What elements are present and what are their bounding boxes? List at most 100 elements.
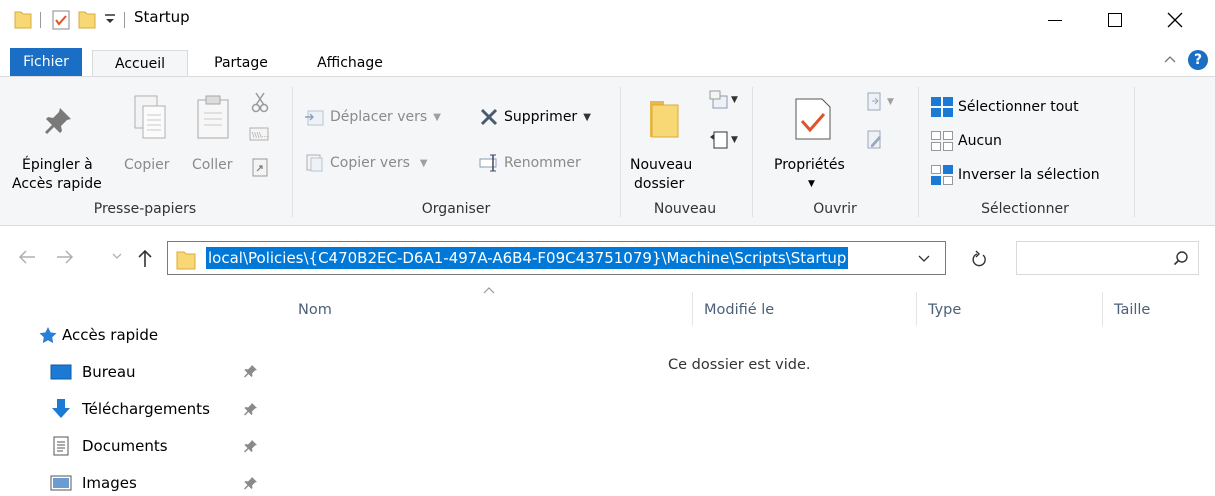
group-separator [292, 87, 293, 217]
column-header-modified[interactable]: Modifié le [704, 302, 774, 318]
ribbon: Épingler à Accès rapide Copier Coller \\… [0, 76, 1215, 226]
nav-item-desktop[interactable]: Bureau [50, 358, 136, 386]
nav-item-downloads[interactable]: Téléchargements [50, 395, 210, 423]
minimize-button[interactable] [1025, 0, 1085, 40]
select-all-icon [931, 97, 953, 117]
paste-button[interactable]: Coller [186, 85, 242, 195]
pin-icon[interactable] [244, 364, 258, 378]
nav-item-label: Téléchargements [82, 400, 210, 418]
paste-shortcut-icon[interactable] [252, 157, 268, 177]
column-header-size[interactable]: Taille [1114, 302, 1150, 318]
properties-qat-icon[interactable] [52, 10, 70, 30]
forward-button[interactable] [56, 249, 74, 265]
up-button[interactable] [137, 248, 153, 268]
easy-access-icon [710, 131, 728, 149]
new-item-button[interactable]: ▼ [708, 89, 738, 111]
open-button[interactable]: ▼ [866, 91, 894, 113]
edit-button[interactable] [866, 129, 884, 151]
copy-to-label: Copier vers [330, 155, 410, 171]
move-to-label: Déplacer vers [330, 109, 428, 125]
address-path-text[interactable]: local\Policies\{C470B2EC-D6A1-497A-A6B4-… [206, 247, 849, 269]
tab-home[interactable]: Accueil [92, 50, 188, 76]
help-icon[interactable]: ? [1188, 50, 1208, 70]
recent-locations-button[interactable] [112, 252, 122, 260]
edit-icon [867, 130, 881, 149]
folder-icon [14, 9, 32, 29]
maximize-button[interactable] [1085, 0, 1145, 40]
easy-access-button[interactable]: ▼ [708, 129, 738, 151]
qat-dropdown-icon[interactable] [104, 12, 116, 26]
nav-item-pictures[interactable]: Images [50, 469, 137, 496]
invert-selection-label: Inverser la sélection [958, 167, 1100, 183]
copy-path-icon[interactable]: \\\\... [249, 127, 269, 141]
group-clipboard-label: Presse-papiers [93, 201, 197, 217]
group-separator [918, 87, 919, 217]
tab-view[interactable]: Affichage [300, 50, 400, 76]
search-box[interactable] [1016, 241, 1199, 275]
column-separator[interactable] [1102, 292, 1103, 326]
address-bar[interactable]: local\Policies\{C470B2EC-D6A1-497A-A6B4-… [167, 241, 946, 275]
nav-quick-access[interactable]: Accès rapide [38, 321, 158, 349]
paste-label: Coller [192, 157, 233, 173]
minimize-icon [1048, 19, 1062, 21]
pin-quick-access-button[interactable]: Épingler à Accès rapide [6, 85, 116, 195]
tab-share[interactable]: Partage [198, 50, 284, 76]
qat-separator [40, 12, 41, 28]
folder-icon [176, 248, 196, 270]
pin-icon[interactable] [244, 476, 258, 490]
delete-button[interactable]: Supprimer ▼ [474, 105, 614, 129]
maximize-icon [1108, 13, 1122, 27]
collapse-ribbon-icon[interactable] [1164, 54, 1176, 64]
nav-item-label: Bureau [82, 363, 136, 381]
select-none-button[interactable]: Aucun [930, 129, 1002, 153]
nav-item-documents[interactable]: Documents [50, 432, 168, 460]
download-icon [52, 399, 70, 418]
refresh-icon [972, 250, 986, 267]
group-separator [620, 87, 621, 217]
column-separator[interactable] [916, 292, 917, 326]
tab-file[interactable]: Fichier [10, 48, 82, 76]
open-icon [867, 92, 881, 111]
pin-label-line2: Accès rapide [12, 176, 102, 192]
select-all-button[interactable]: Sélectionner tout [930, 95, 1079, 119]
move-to-button[interactable]: Déplacer vers ▼ [300, 105, 465, 129]
close-icon [1167, 12, 1183, 28]
delete-icon [480, 108, 498, 126]
group-open-label: Ouvrir [813, 201, 857, 217]
nav-item-label: Documents [82, 437, 168, 455]
search-icon [1173, 250, 1189, 266]
nav-quick-access-label: Accès rapide [62, 326, 159, 344]
refresh-button[interactable] [964, 248, 994, 270]
new-folder-qat-icon[interactable] [78, 9, 96, 29]
back-button[interactable] [18, 249, 36, 265]
title-bar: Startup [0, 0, 1215, 40]
invert-selection-button[interactable]: Inverser la sélection [930, 163, 1100, 187]
back-arrow-icon [18, 250, 35, 264]
pin-icon[interactable] [244, 439, 258, 453]
forward-arrow-icon [57, 250, 74, 264]
group-separator [1134, 87, 1135, 217]
select-none-label: Aucun [958, 133, 1002, 149]
pin-label-line1: Épingler à [22, 157, 93, 173]
document-icon [53, 436, 69, 456]
copy-button[interactable]: Copier [120, 85, 182, 195]
cut-icon[interactable] [251, 91, 269, 113]
pin-icon [42, 105, 74, 137]
properties-button[interactable]: Propriétés ▼ [764, 85, 864, 195]
rename-button[interactable]: Renommer [474, 151, 614, 175]
address-dropdown-icon[interactable] [918, 255, 930, 263]
new-folder-button[interactable]: Nouveau dossier [626, 85, 706, 195]
paste-icon [196, 95, 230, 141]
column-header-type[interactable]: Type [928, 302, 961, 318]
column-header-name[interactable]: Nom [298, 302, 332, 318]
desktop-icon [50, 364, 72, 380]
group-select-label: Sélectionner [981, 201, 1069, 217]
delete-dropdown-icon: ▼ [583, 111, 591, 123]
close-button[interactable] [1145, 0, 1205, 40]
copy-icon [134, 95, 168, 141]
copy-to-button[interactable]: Copier vers ▼ [300, 151, 465, 175]
pin-icon[interactable] [244, 402, 258, 416]
group-organize-label: Organiser [421, 201, 491, 217]
column-separator[interactable] [692, 292, 693, 326]
invert-selection-icon [931, 165, 953, 185]
